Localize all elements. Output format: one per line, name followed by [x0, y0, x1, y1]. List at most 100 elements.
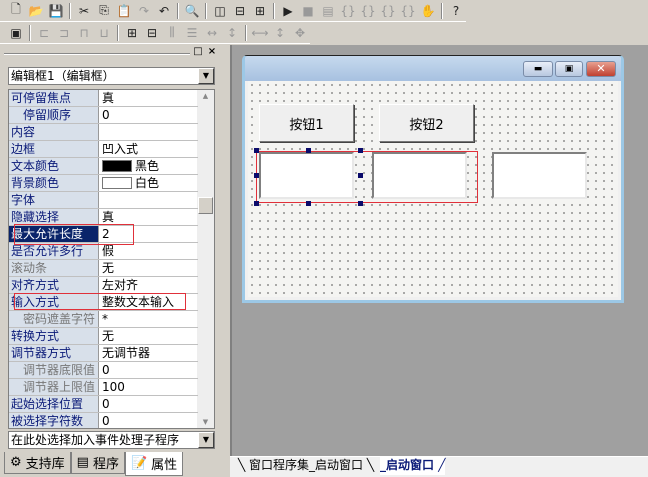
center-v-icon[interactable]: ⊟	[142, 23, 162, 43]
align-left-icon[interactable]: ⊏	[34, 23, 54, 43]
center-h-icon[interactable]: ⊞	[122, 23, 142, 43]
panel-tab[interactable]: 📝 属性	[124, 452, 184, 476]
property-row[interactable]: 转换方式无	[9, 328, 198, 345]
hand-icon[interactable]: ✋	[418, 1, 438, 21]
property-row[interactable]: 停留顺序 0	[9, 107, 198, 124]
property-value[interactable]: 无调节器	[99, 345, 198, 361]
run-icon[interactable]: ▶	[278, 1, 298, 21]
help-search-icon[interactable]: ?	[446, 1, 466, 21]
resize-handle[interactable]	[306, 201, 311, 206]
event-selector[interactable]: 在此处选择加入事件处理子程序 ▼	[8, 431, 215, 449]
step-over-icon[interactable]: {}	[358, 1, 378, 21]
layout-toolbar: ▣ ⊏ ⊐ ⊓ ⊔ ⊞ ⊟ ⫼ ☰ ↔ ↕ ⟷ ↕ ✥	[0, 22, 310, 44]
step-in-icon[interactable]: {}	[338, 1, 358, 21]
minimize-icon[interactable]: ▬	[523, 61, 553, 77]
property-value[interactable]: 0	[99, 362, 198, 378]
property-value[interactable]: 黑色	[99, 158, 198, 174]
property-value[interactable]: 真	[99, 209, 198, 225]
resize-handle[interactable]	[358, 201, 363, 206]
property-value[interactable]: 假	[99, 243, 198, 259]
open-folder-icon[interactable]: 📂	[26, 1, 46, 21]
button-1[interactable]: 按钮1	[259, 104, 354, 142]
new-file-icon[interactable]: 🗋	[6, 1, 26, 21]
copy-icon[interactable]: ⎘	[94, 1, 114, 21]
property-value[interactable]: 无	[99, 328, 198, 344]
panel-tab[interactable]: ▤ 程序	[70, 452, 125, 474]
maximize-panel-icon[interactable]: □	[192, 46, 204, 58]
resize-handle[interactable]	[358, 173, 363, 178]
tab-window-program-set[interactable]: ╲ 窗口程序集_启动窗口 ╲	[238, 457, 374, 475]
edit-box-3[interactable]	[492, 152, 587, 199]
property-row[interactable]: 字体	[9, 192, 198, 209]
resize-handle[interactable]	[254, 173, 259, 178]
property-row[interactable]: 调节器底限值 0	[9, 362, 198, 379]
property-value[interactable]: *	[99, 311, 198, 327]
property-row[interactable]: 边框 凹入式	[9, 141, 198, 158]
chevron-down-icon[interactable]: ▼	[198, 68, 214, 84]
tab-icon: ▤	[76, 455, 89, 470]
property-row[interactable]: 密码遮盖字符 *	[9, 311, 198, 328]
property-row[interactable]: 对齐方式 左对齐	[9, 277, 198, 294]
same-width-icon[interactable]: ⟷	[250, 23, 270, 43]
close-panel-icon[interactable]: ×	[206, 46, 218, 58]
chevron-down-icon[interactable]: ▼	[198, 432, 214, 448]
resize-handle[interactable]	[358, 148, 363, 153]
find-icon[interactable]: 🔍	[182, 1, 202, 21]
save-icon[interactable]: 💾	[46, 1, 66, 21]
property-row[interactable]: 是否允许多行假	[9, 243, 198, 260]
property-row[interactable]: 背景颜色 白色	[9, 175, 198, 192]
resize-handle[interactable]	[254, 201, 259, 206]
run-to-icon[interactable]: {}	[398, 1, 418, 21]
property-value[interactable]: 真	[99, 90, 198, 106]
property-row[interactable]: 文本颜色 黑色	[9, 158, 198, 175]
resize-handle[interactable]	[254, 148, 259, 153]
property-value[interactable]: 0	[99, 107, 198, 123]
undo-icon[interactable]: ↶	[154, 1, 174, 21]
property-value[interactable]: 100	[99, 379, 198, 395]
property-row[interactable]: 调节器上限值 100	[9, 379, 198, 396]
align-top-icon[interactable]: ⊓	[74, 23, 94, 43]
paste-icon[interactable]: 📋	[114, 1, 134, 21]
same-height-icon[interactable]: ↕	[270, 23, 290, 43]
property-value[interactable]: 凹入式	[99, 141, 198, 157]
align-bottom-icon[interactable]: ⊔	[94, 23, 114, 43]
layout1-icon[interactable]: ◫	[210, 1, 230, 21]
property-value[interactable]	[99, 192, 198, 208]
redo-icon[interactable]: ↷	[134, 1, 154, 21]
property-row[interactable]: 滚动条无	[9, 260, 198, 277]
debug-icon[interactable]: ▤	[318, 1, 338, 21]
property-value[interactable]: 左对齐	[99, 277, 198, 293]
property-row[interactable]: 调节器方式 无调节器	[9, 345, 198, 362]
close-icon[interactable]: ✕	[586, 61, 616, 77]
space-v-icon[interactable]: ☰	[182, 23, 202, 43]
property-row[interactable]: 可停留焦点真	[9, 90, 198, 107]
restore-icon[interactable]: ▣	[555, 61, 583, 77]
property-value[interactable]	[99, 124, 198, 140]
property-value[interactable]: 无	[99, 260, 198, 276]
property-scrollbar[interactable]: ▲ ▼	[197, 90, 214, 428]
stop-icon[interactable]: ■	[298, 1, 318, 21]
resize-handle[interactable]	[306, 148, 311, 153]
object-selector[interactable]: 编辑框1（编辑框） ▼	[8, 67, 215, 85]
space-h-icon[interactable]: ⫼	[162, 23, 182, 43]
property-row[interactable]: 被选择字符数 0	[9, 413, 198, 428]
layout3-icon[interactable]: ⊞	[250, 1, 270, 21]
cut-icon[interactable]: ✂	[74, 1, 94, 21]
form-icon[interactable]: ▣	[6, 23, 26, 43]
panel-tab[interactable]: ⚙ 支持库	[4, 452, 71, 474]
tab-startup-window[interactable]: _启动窗口 ╱	[380, 457, 446, 475]
dist-h-icon[interactable]: ↔	[202, 23, 222, 43]
property-value[interactable]: 0	[99, 413, 198, 428]
dist-v-icon[interactable]: ↕	[222, 23, 242, 43]
panel-header: □ ×	[4, 46, 218, 60]
property-name: 隐藏选择	[9, 209, 99, 225]
align-right-icon[interactable]: ⊐	[54, 23, 74, 43]
property-value[interactable]: 0	[99, 396, 198, 412]
button-2[interactable]: 按钮2	[379, 104, 474, 142]
property-value[interactable]: 白色	[99, 175, 198, 191]
property-row[interactable]: 内容	[9, 124, 198, 141]
same-size-icon[interactable]: ✥	[290, 23, 310, 43]
layout2-icon[interactable]: ⊟	[230, 1, 250, 21]
step-out-icon[interactable]: {}	[378, 1, 398, 21]
property-row[interactable]: 起始选择位置 0	[9, 396, 198, 413]
